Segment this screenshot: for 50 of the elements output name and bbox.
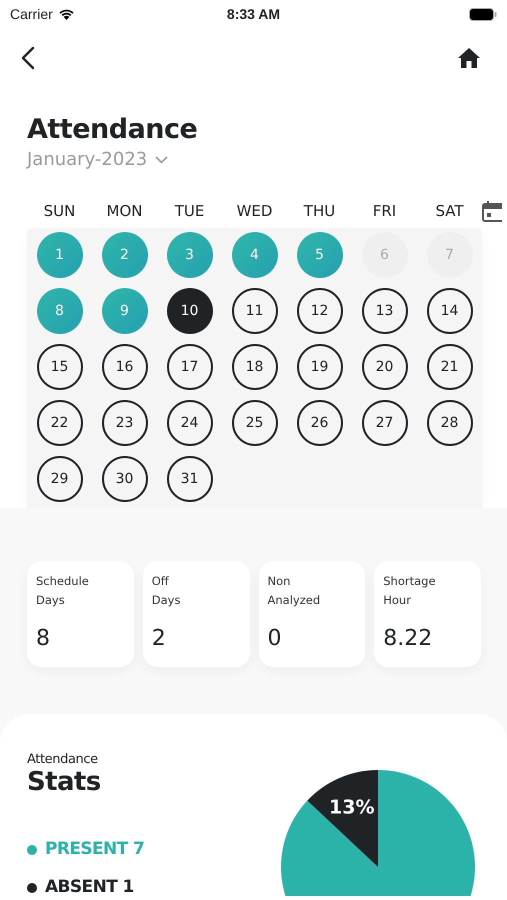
- summary-label: Non Analyzed: [268, 573, 320, 609]
- page-title: Attendance: [27, 113, 198, 147]
- status-time: 8:33 AM: [226, 6, 280, 22]
- calendar-day[interactable]: 19: [296, 344, 342, 390]
- legend-label: PRESENT 7: [45, 839, 144, 860]
- calendar-day[interactable]: 29: [36, 456, 82, 502]
- summary-label: Shortage Hour: [383, 573, 436, 609]
- calendar-day[interactable]: 26: [296, 400, 342, 446]
- weekday-label: FRI: [372, 202, 398, 220]
- weekday-label: MON: [106, 202, 144, 220]
- calendar-day[interactable]: 12: [296, 288, 342, 334]
- calendar-day[interactable]: 27: [362, 400, 408, 446]
- weekday-label: TUE: [174, 202, 206, 220]
- calendar-day[interactable]: 20: [362, 344, 408, 390]
- calendar-day[interactable]: 14: [426, 288, 472, 334]
- calendar-day[interactable]: 10: [166, 288, 212, 334]
- summary-value: 0: [268, 626, 282, 652]
- calendar-day[interactable]: 15: [36, 344, 82, 390]
- weekday-label: WED: [236, 202, 274, 220]
- home-button[interactable]: [458, 48, 480, 68]
- calendar-day[interactable]: 22: [36, 400, 82, 446]
- carrier-name: Carrier: [10, 6, 53, 22]
- chevron-down-icon: [155, 156, 168, 164]
- summary-label: Off Days: [152, 573, 180, 609]
- stats-title: Stats: [27, 767, 102, 797]
- weekday-label: SUN: [42, 202, 76, 220]
- summary-label: Schedule Days: [36, 573, 89, 609]
- summary-value: 8.22: [383, 626, 434, 652]
- wifi-icon: [58, 8, 75, 20]
- calendar-icon[interactable]: [482, 200, 502, 222]
- weekday-label: THU: [302, 202, 336, 220]
- battery-icon: [469, 8, 497, 20]
- calendar-day[interactable]: 11: [232, 288, 278, 334]
- calendar-day[interactable]: 25: [232, 400, 278, 446]
- summary-value: 2: [152, 626, 167, 652]
- weekday-label: SAT: [434, 202, 465, 220]
- stats-caption: Attendance: [27, 752, 99, 767]
- calendar-day[interactable]: 24: [166, 400, 212, 446]
- calendar-day[interactable]: 16: [102, 344, 148, 390]
- calendar-day[interactable]: 31: [166, 456, 212, 502]
- calendar-day[interactable]: 28: [426, 400, 472, 446]
- legend-label: ABSENT 1: [45, 877, 134, 898]
- calendar-day[interactable]: 13: [362, 288, 408, 334]
- calendar-day[interactable]: 21: [426, 344, 472, 390]
- calendar-day[interactable]: 30: [102, 456, 148, 502]
- calendar-day[interactable]: 23: [102, 400, 148, 446]
- calendar-day[interactable]: 17: [166, 344, 212, 390]
- calendar-day[interactable]: 18: [232, 344, 278, 390]
- slice-label: 13%: [329, 796, 375, 818]
- summary-value: 8: [36, 626, 51, 652]
